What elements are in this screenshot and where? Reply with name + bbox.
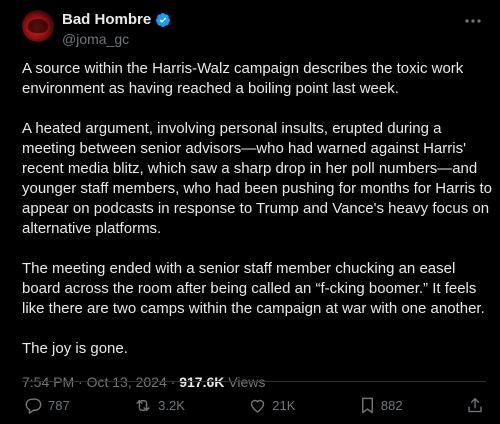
name-row: Bad Hombre xyxy=(62,11,171,29)
like-button[interactable]: 21K xyxy=(248,396,295,415)
display-name[interactable]: Bad Hombre xyxy=(62,11,151,29)
avatar[interactable] xyxy=(22,10,54,42)
meta-separator: · xyxy=(78,374,83,390)
views-count: 917.6K xyxy=(179,374,225,390)
tweet-paragraph: A source within the Harris-Walz campaign… xyxy=(22,60,464,97)
bookmark-button[interactable]: 882 xyxy=(359,396,403,415)
more-dots-icon[interactable] xyxy=(462,14,484,26)
meta-separator: · xyxy=(170,374,176,390)
tweet-paragraph: The meeting ended with a senior staff me… xyxy=(22,260,485,317)
tweet-paragraph: A heated argument, involving personal in… xyxy=(22,120,492,237)
retweet-count: 3.2K xyxy=(158,397,185,413)
heart-icon xyxy=(248,396,267,415)
like-count: 21K xyxy=(272,397,296,413)
divider xyxy=(22,381,486,382)
tweet-header: Bad Hombre @joma_gc xyxy=(22,8,486,52)
views-label: Views xyxy=(228,374,266,390)
share-button[interactable] xyxy=(466,396,484,415)
retweet-icon xyxy=(133,396,153,415)
tweet-paragraph: The joy is gone. xyxy=(22,340,128,357)
action-bar: 787 3.2K 21K 882 xyxy=(24,394,484,416)
share-icon xyxy=(466,396,484,415)
tweet-time[interactable]: 7:54 PM xyxy=(22,374,74,390)
retweet-button[interactable]: 3.2K xyxy=(133,396,185,415)
reply-count: 787 xyxy=(48,397,70,413)
handle[interactable]: @joma_gc xyxy=(62,30,171,48)
reply-icon xyxy=(24,396,43,415)
tweet-meta: 7:54 PM · Oct 13, 2024 · 917.6K Views xyxy=(22,373,486,391)
bookmark-count: 882 xyxy=(380,397,403,413)
author-info: Bad Hombre @joma_gc xyxy=(62,11,171,48)
reply-button[interactable]: 787 xyxy=(24,396,70,415)
tweet: Bad Hombre @joma_gc A source within the … xyxy=(0,0,500,424)
tweet-date[interactable]: Oct 13, 2024 xyxy=(87,374,167,390)
tweet-text: A source within the Harris-Walz campaign… xyxy=(22,59,492,359)
verified-badge-icon[interactable] xyxy=(155,12,171,28)
bookmark-icon xyxy=(359,396,376,415)
